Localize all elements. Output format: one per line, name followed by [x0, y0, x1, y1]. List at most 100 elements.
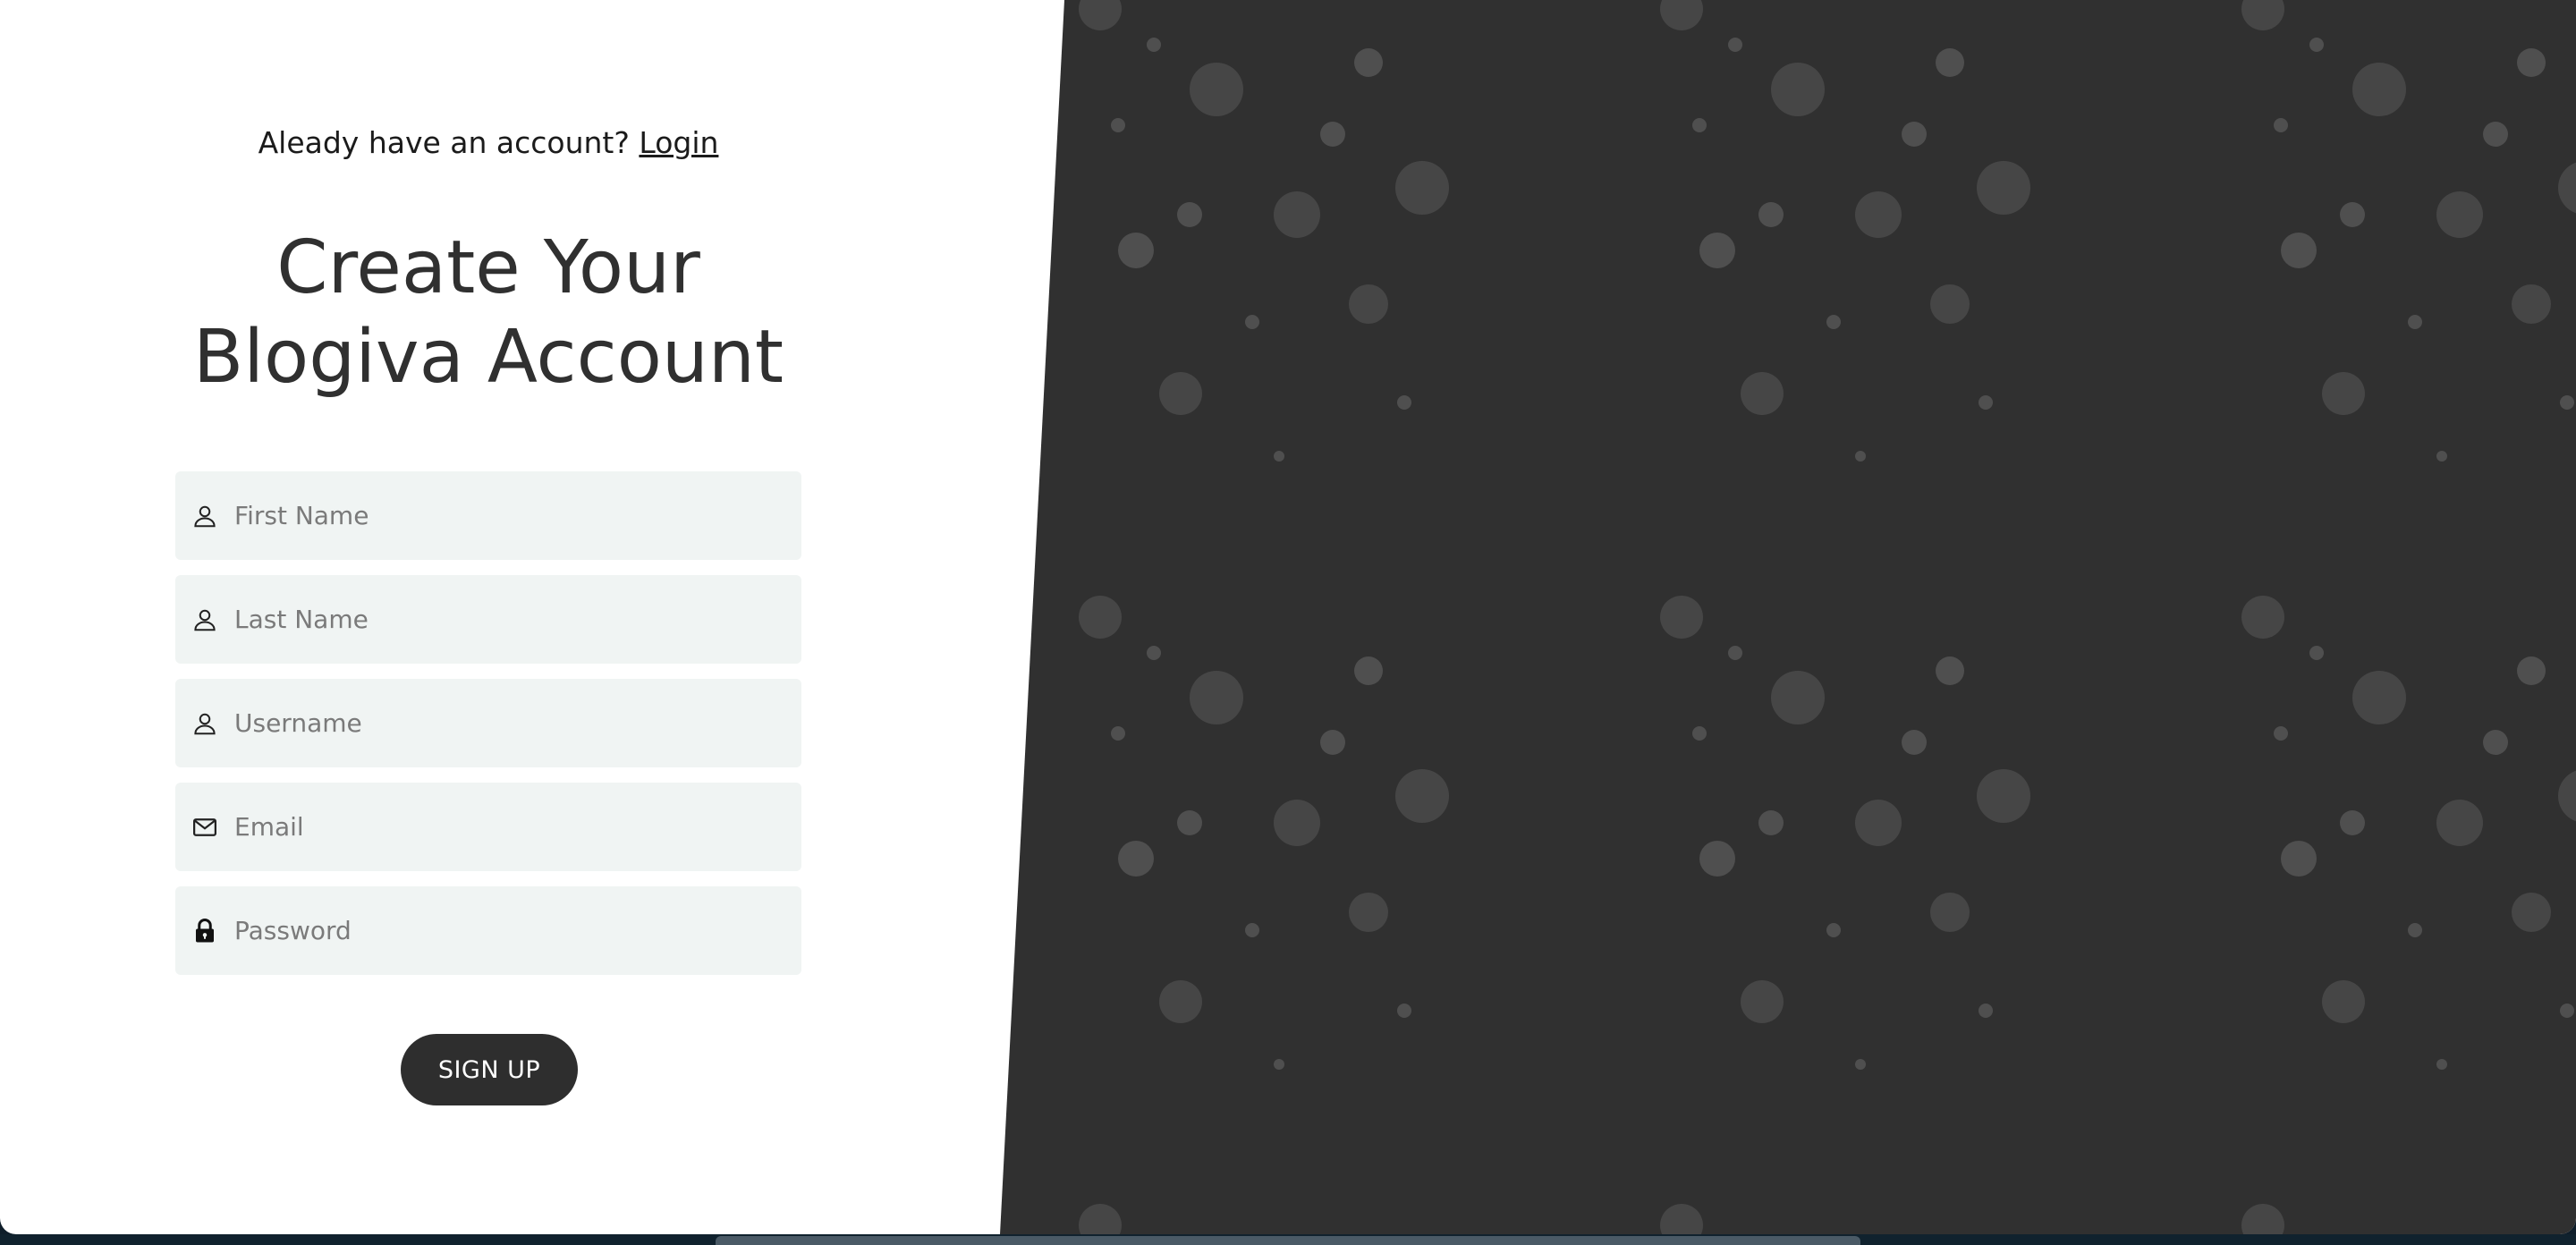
decorative-bubble	[1660, 596, 1703, 639]
decorative-bubble	[1354, 48, 1383, 77]
signup-button[interactable]: SIGN UP	[401, 1034, 578, 1105]
decorative-bubble	[1758, 202, 1784, 227]
decorative-bubble	[1349, 893, 1388, 932]
decorative-bubble	[1349, 284, 1388, 324]
decorative-bubble	[2340, 202, 2365, 227]
decorative-bubble	[1397, 1004, 1411, 1018]
decorative-bubble	[1741, 980, 1784, 1023]
page-title-line2: Blogiva Account	[193, 315, 784, 400]
page-title: Create Your Blogiva Account	[0, 224, 977, 402]
decorative-bubble	[1741, 372, 1784, 415]
decorative-bubble	[1354, 656, 1383, 685]
decorative-bubble	[2309, 646, 2324, 660]
decorative-bubble	[1320, 730, 1345, 755]
decorative-bubble	[1826, 315, 1841, 329]
decorative-bubble	[1190, 671, 1243, 724]
first-name-input[interactable]	[233, 500, 773, 531]
decorative-bubble	[1902, 730, 1927, 755]
decorative-bubble	[1274, 800, 1320, 846]
decorative-bubble	[2408, 315, 2422, 329]
signup-form	[175, 471, 801, 990]
decorative-bubble	[1771, 671, 1825, 724]
decorative-bubble	[2281, 233, 2317, 268]
decorative-bubble	[1855, 451, 1866, 462]
decorative-bubble	[1826, 923, 1841, 937]
decorative-bubble	[1936, 48, 1964, 77]
decorative-bubble	[2408, 923, 2422, 937]
decorative-bubble	[2352, 671, 2406, 724]
login-link[interactable]: Login	[639, 125, 718, 160]
decorative-bubble	[1159, 372, 1202, 415]
person-icon	[190, 501, 220, 531]
decorative-bubble	[1855, 1059, 1866, 1070]
first-name-field	[175, 471, 801, 560]
decorative-bubble	[2560, 395, 2574, 410]
decorative-bubble	[1245, 923, 1259, 937]
decorative-bubble	[1111, 726, 1125, 741]
decorative-bubble	[1079, 596, 1122, 639]
last-name-input[interactable]	[233, 604, 773, 635]
decorative-bubble	[2241, 596, 2284, 639]
decorative-bubble	[2352, 63, 2406, 116]
last-name-field	[175, 575, 801, 664]
page-title-line1: Create Your	[276, 225, 700, 310]
person-icon	[190, 605, 220, 635]
decorative-bubble	[1395, 161, 1449, 215]
decorative-bubble	[2517, 48, 2546, 77]
dark-diagonal-panel	[1000, 0, 2576, 1234]
decorative-bubble	[1274, 451, 1284, 462]
decorative-bubble	[2309, 38, 2324, 52]
decorative-bubble	[1274, 191, 1320, 238]
decorative-bubble	[2436, 191, 2483, 238]
decorative-bubble	[1979, 395, 1993, 410]
decorative-bubble	[2483, 730, 2508, 755]
decorative-bubble	[1855, 191, 1902, 238]
decorative-bubble	[1177, 202, 1202, 227]
decorative-bubble	[1902, 122, 1927, 147]
decorative-bubble	[2436, 1059, 2447, 1070]
decorative-bubble	[2340, 810, 2365, 835]
username-input[interactable]	[233, 707, 773, 739]
password-input[interactable]	[233, 915, 773, 946]
decorative-bubble	[2274, 726, 2288, 741]
app-window: Aleady have an account? Login Create You…	[0, 0, 2576, 1234]
decorative-bubble	[2517, 656, 2546, 685]
decorative-bubble	[1699, 841, 1735, 877]
decorative-bubble	[1118, 233, 1154, 268]
decorative-bubble	[1118, 841, 1154, 877]
decorative-bubble	[2322, 372, 2365, 415]
decorative-bubble	[1147, 38, 1161, 52]
decorative-bubble	[1758, 810, 1784, 835]
decorative-bubble	[2483, 122, 2508, 147]
username-field	[175, 679, 801, 767]
decorative-bubble	[1159, 980, 1202, 1023]
decorative-bubble	[2322, 980, 2365, 1023]
decorative-bubble	[2512, 893, 2551, 932]
decorative-bubble	[1692, 118, 1707, 132]
login-prompt-text: Aleady have an account?	[258, 125, 630, 160]
decorative-bubble	[1728, 646, 1742, 660]
decorative-bubble	[2436, 451, 2447, 462]
person-icon	[190, 708, 220, 739]
decorative-bubble	[1699, 233, 1735, 268]
decorative-bubble	[1930, 893, 1970, 932]
decorative-bubble	[1397, 395, 1411, 410]
email-field	[175, 783, 801, 871]
decorative-bubble	[1692, 726, 1707, 741]
decorative-bubble	[2560, 1004, 2574, 1018]
email-input[interactable]	[233, 811, 773, 843]
decorative-bubble	[1977, 161, 2030, 215]
decorative-bubble	[1111, 118, 1125, 132]
login-prompt: Aleady have an account? Login	[0, 125, 977, 160]
decorative-bubble	[1320, 122, 1345, 147]
dock-edge	[716, 1236, 1860, 1245]
decorative-bubble	[1979, 1004, 1993, 1018]
password-field	[175, 886, 801, 975]
decorative-bubble	[1274, 1059, 1284, 1070]
decorative-bubble	[1147, 646, 1161, 660]
decorative-bubble	[1936, 656, 1964, 685]
decorative-bubble	[1190, 63, 1243, 116]
decorative-bubble	[1177, 810, 1202, 835]
lock-icon	[190, 916, 220, 946]
decorative-bubble	[2274, 118, 2288, 132]
